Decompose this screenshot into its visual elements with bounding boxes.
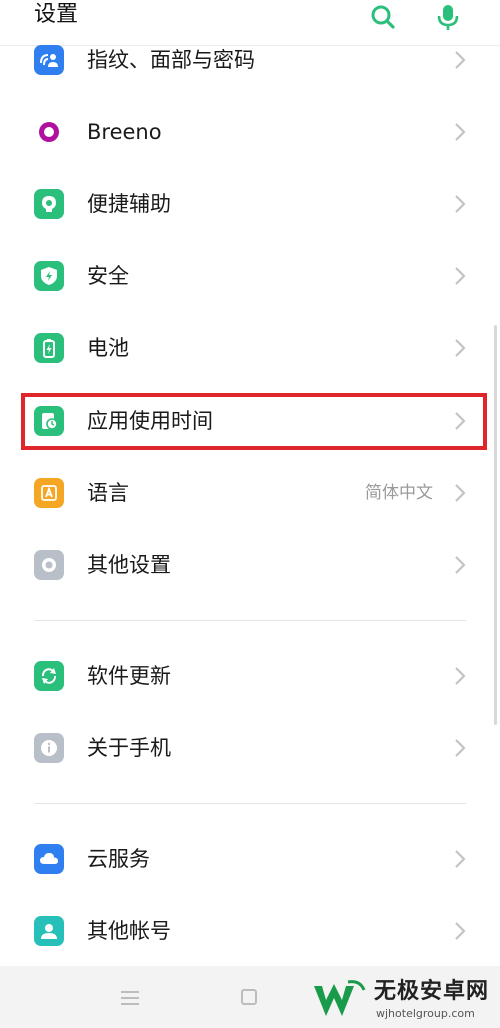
settings-item-breeno[interactable]: Breeno [0,99,500,165]
chevron-right-icon [455,850,466,868]
settings-item-label: 软件更新 [87,664,171,688]
language-icon [34,478,64,508]
shield-icon [34,261,64,291]
section-divider [34,620,466,621]
settings-item-software-update[interactable]: 软件更新 [0,643,500,709]
battery-icon [34,333,64,363]
highlight-box [21,393,487,450]
other-settings-icon [34,550,64,580]
watermark-text: 无极安卓网 [374,979,490,1004]
settings-item-label: 指纹、面部与密码 [87,48,255,72]
settings-item-label: 其他帐号 [87,919,171,943]
breeno-icon [34,117,64,147]
settings-item-label: 电池 [87,336,129,360]
settings-item-fingerprint-face-password[interactable]: 指纹、面部与密码 [0,27,500,93]
chevron-right-icon [455,195,466,213]
chevron-right-icon [455,667,466,685]
settings-item-convenience-assist[interactable]: 便捷辅助 [0,171,500,237]
cloud-icon [34,844,64,874]
fingerprint-face-icon [34,45,64,75]
settings-item-label: 安全 [87,264,129,288]
settings-item-other-settings[interactable]: 其他设置 [0,532,500,598]
settings-item-other-accounts[interactable]: 其他帐号 [0,898,500,964]
scrollbar[interactable] [494,325,497,725]
chevron-right-icon [455,922,466,940]
info-icon [34,733,64,763]
settings-item-label: 便捷辅助 [87,192,171,216]
settings-item-cloud-service[interactable]: 云服务 [0,826,500,892]
settings-item-battery[interactable]: 电池 [0,315,500,381]
settings-item-about-phone[interactable]: 关于手机 [0,715,500,781]
chevron-right-icon [455,484,466,502]
settings-item-label: 语言 [87,481,129,505]
menu-icon[interactable] [120,990,140,1006]
software-update-icon [34,661,64,691]
settings-item-label: 其他设置 [87,553,171,577]
navigation-bar: 无极安卓网 wjhotelgroup.com [0,966,500,1028]
chevron-right-icon [455,339,466,357]
settings-item-language[interactable]: 语言 简体中文 [0,460,500,526]
settings-item-label: 云服务 [87,847,150,871]
chevron-right-icon [455,556,466,574]
chevron-right-icon [455,267,466,285]
page-title: 设置 [34,2,79,27]
watermark: 无极安卓网 wjhotelgroup.com [312,976,500,1026]
settings-item-label: Breeno [87,120,162,144]
language-value: 简体中文 [365,483,433,503]
chevron-right-icon [455,739,466,757]
home-square-icon[interactable] [241,989,257,1005]
chevron-right-icon [455,51,466,69]
settings-item-label: 关于手机 [87,736,171,760]
section-divider [34,803,466,804]
settings-item-security[interactable]: 安全 [0,243,500,309]
watermark-logo [314,980,366,1016]
watermark-url: wjhotelgroup.com [376,1007,475,1020]
assist-icon [34,189,64,219]
chevron-right-icon [455,123,466,141]
account-icon [34,916,64,946]
